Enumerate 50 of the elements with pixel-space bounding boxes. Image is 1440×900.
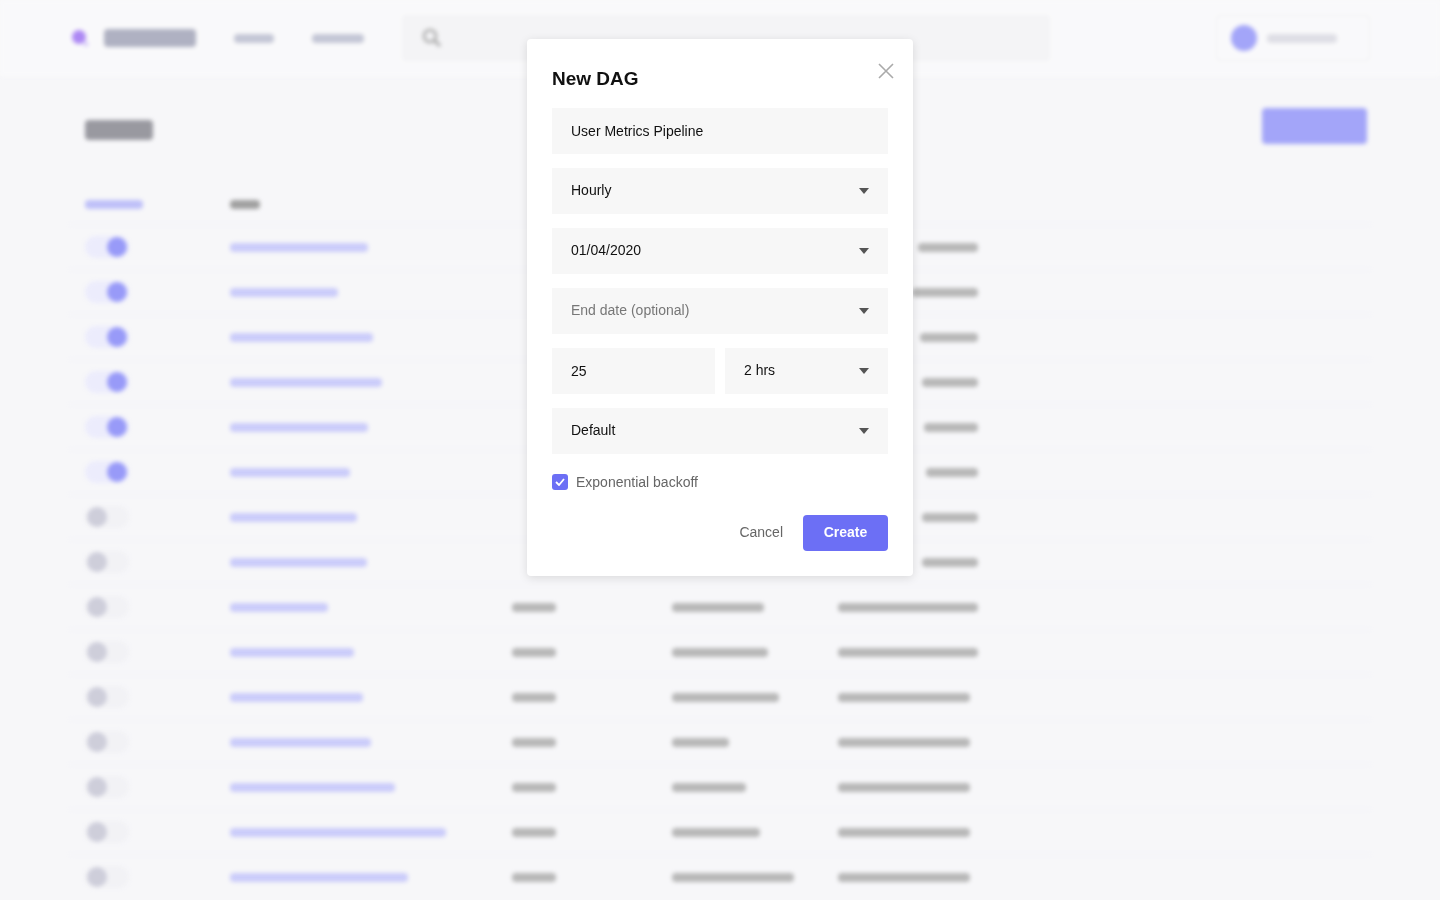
blurred-text: [922, 377, 978, 387]
caret-icon: [859, 247, 869, 254]
caret-icon: [859, 307, 869, 314]
blurred-text: [920, 332, 978, 342]
search-icon: [422, 28, 442, 48]
blurred-text: [512, 872, 556, 882]
blurred-text: [512, 692, 556, 702]
status-toggle[interactable]: [85, 236, 129, 258]
blurred-text: [312, 33, 364, 43]
checkbox[interactable]: [552, 474, 568, 490]
blurred-text: [918, 242, 978, 252]
blurred-text: [512, 782, 556, 792]
avatar-icon: [1231, 25, 1257, 51]
caret-icon: [859, 367, 869, 374]
create-button[interactable]: Create: [803, 514, 888, 551]
close-icon[interactable]: [878, 63, 894, 79]
blurred-text: [512, 827, 556, 837]
select-field[interactable]: 01/04/2020: [552, 227, 888, 274]
select-field[interactable]: Default: [552, 407, 888, 454]
blurred-text: [512, 737, 556, 747]
blurred-text: [1267, 33, 1337, 43]
blurred-text: [924, 422, 978, 432]
blurred-text: [234, 33, 274, 43]
status-toggle[interactable]: [85, 416, 129, 438]
select-field[interactable]: End date (optional): [552, 287, 888, 334]
dialog-title: New DAG: [552, 67, 639, 91]
text-field[interactable]: 25: [552, 347, 715, 394]
blurred-text: [926, 467, 978, 477]
blurred-text: [512, 602, 556, 612]
blurred-text: [922, 557, 978, 567]
checkbox-label: Exponential backoff: [576, 472, 698, 492]
logo-icon: [70, 28, 90, 48]
blurred-text: [912, 287, 978, 297]
blurred-text: [672, 737, 729, 747]
status-toggle[interactable]: [85, 326, 129, 348]
status-toggle[interactable]: [85, 281, 129, 303]
status-toggle[interactable]: [85, 461, 129, 483]
text-field[interactable]: User Metrics Pipeline: [552, 107, 888, 154]
blurred-text: [85, 120, 153, 140]
checkmark-icon: [555, 478, 565, 486]
status-toggle[interactable]: [85, 371, 129, 393]
blurred-text: [922, 512, 978, 522]
cancel-button[interactable]: Cancel: [739, 514, 783, 551]
select-field[interactable]: Hourly: [552, 167, 888, 214]
blurred-text: [230, 199, 260, 209]
caret-icon: [859, 187, 869, 194]
blurred-text: [85, 199, 143, 209]
select-field[interactable]: 2 hrs: [725, 347, 888, 394]
caret-icon: [859, 427, 869, 434]
blurred-text: [512, 647, 556, 657]
